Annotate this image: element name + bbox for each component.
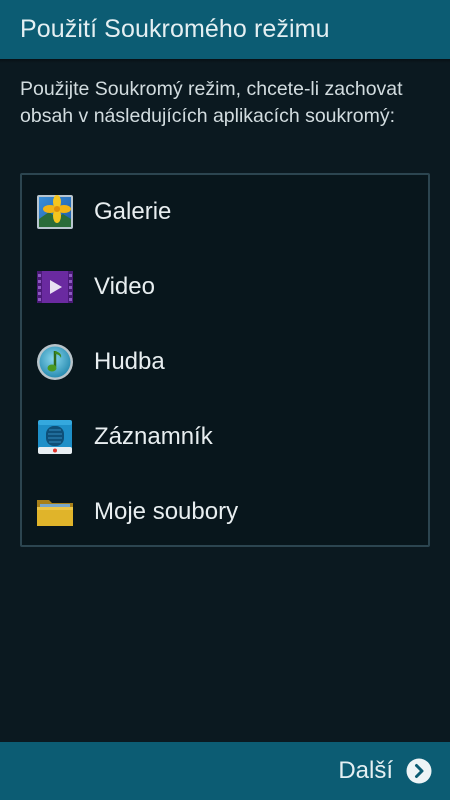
- app-item-gallery: Galerie: [22, 175, 428, 249]
- gallery-icon: [37, 195, 73, 229]
- app-label: Záznamník: [94, 423, 213, 450]
- title-bar: Použití Soukromého režimu: [0, 0, 450, 59]
- app-item-music: Hudba: [22, 325, 428, 399]
- app-label: Hudba: [94, 348, 165, 375]
- next-button[interactable]: Další: [338, 742, 432, 800]
- description-text: Použijte Soukromý režim, chcete-li zacho…: [20, 78, 403, 127]
- chevron-right-circle-icon: [406, 758, 432, 784]
- page-title: Použití Soukromého režimu: [20, 15, 330, 43]
- next-label: Další: [338, 757, 393, 784]
- app-item-video: Video: [22, 250, 428, 324]
- bottom-bar: Další: [0, 742, 450, 800]
- music-icon: [37, 344, 73, 380]
- app-list: Galerie Video Hudba Záznamník Moje soubo…: [20, 173, 430, 547]
- app-label: Video: [94, 273, 155, 300]
- folder-icon: [37, 500, 73, 526]
- title-shadow: [0, 59, 450, 63]
- app-item-my-files: Moje soubory: [22, 475, 428, 549]
- app-label: Galerie: [94, 198, 172, 225]
- voice-recorder-icon: [38, 420, 72, 454]
- app-label: Moje soubory: [94, 498, 239, 525]
- app-item-voice-recorder: Záznamník: [22, 400, 428, 474]
- video-icon: [37, 271, 73, 303]
- private-mode-screen: Použití Soukromého režimu Použijte Soukr…: [0, 0, 450, 800]
